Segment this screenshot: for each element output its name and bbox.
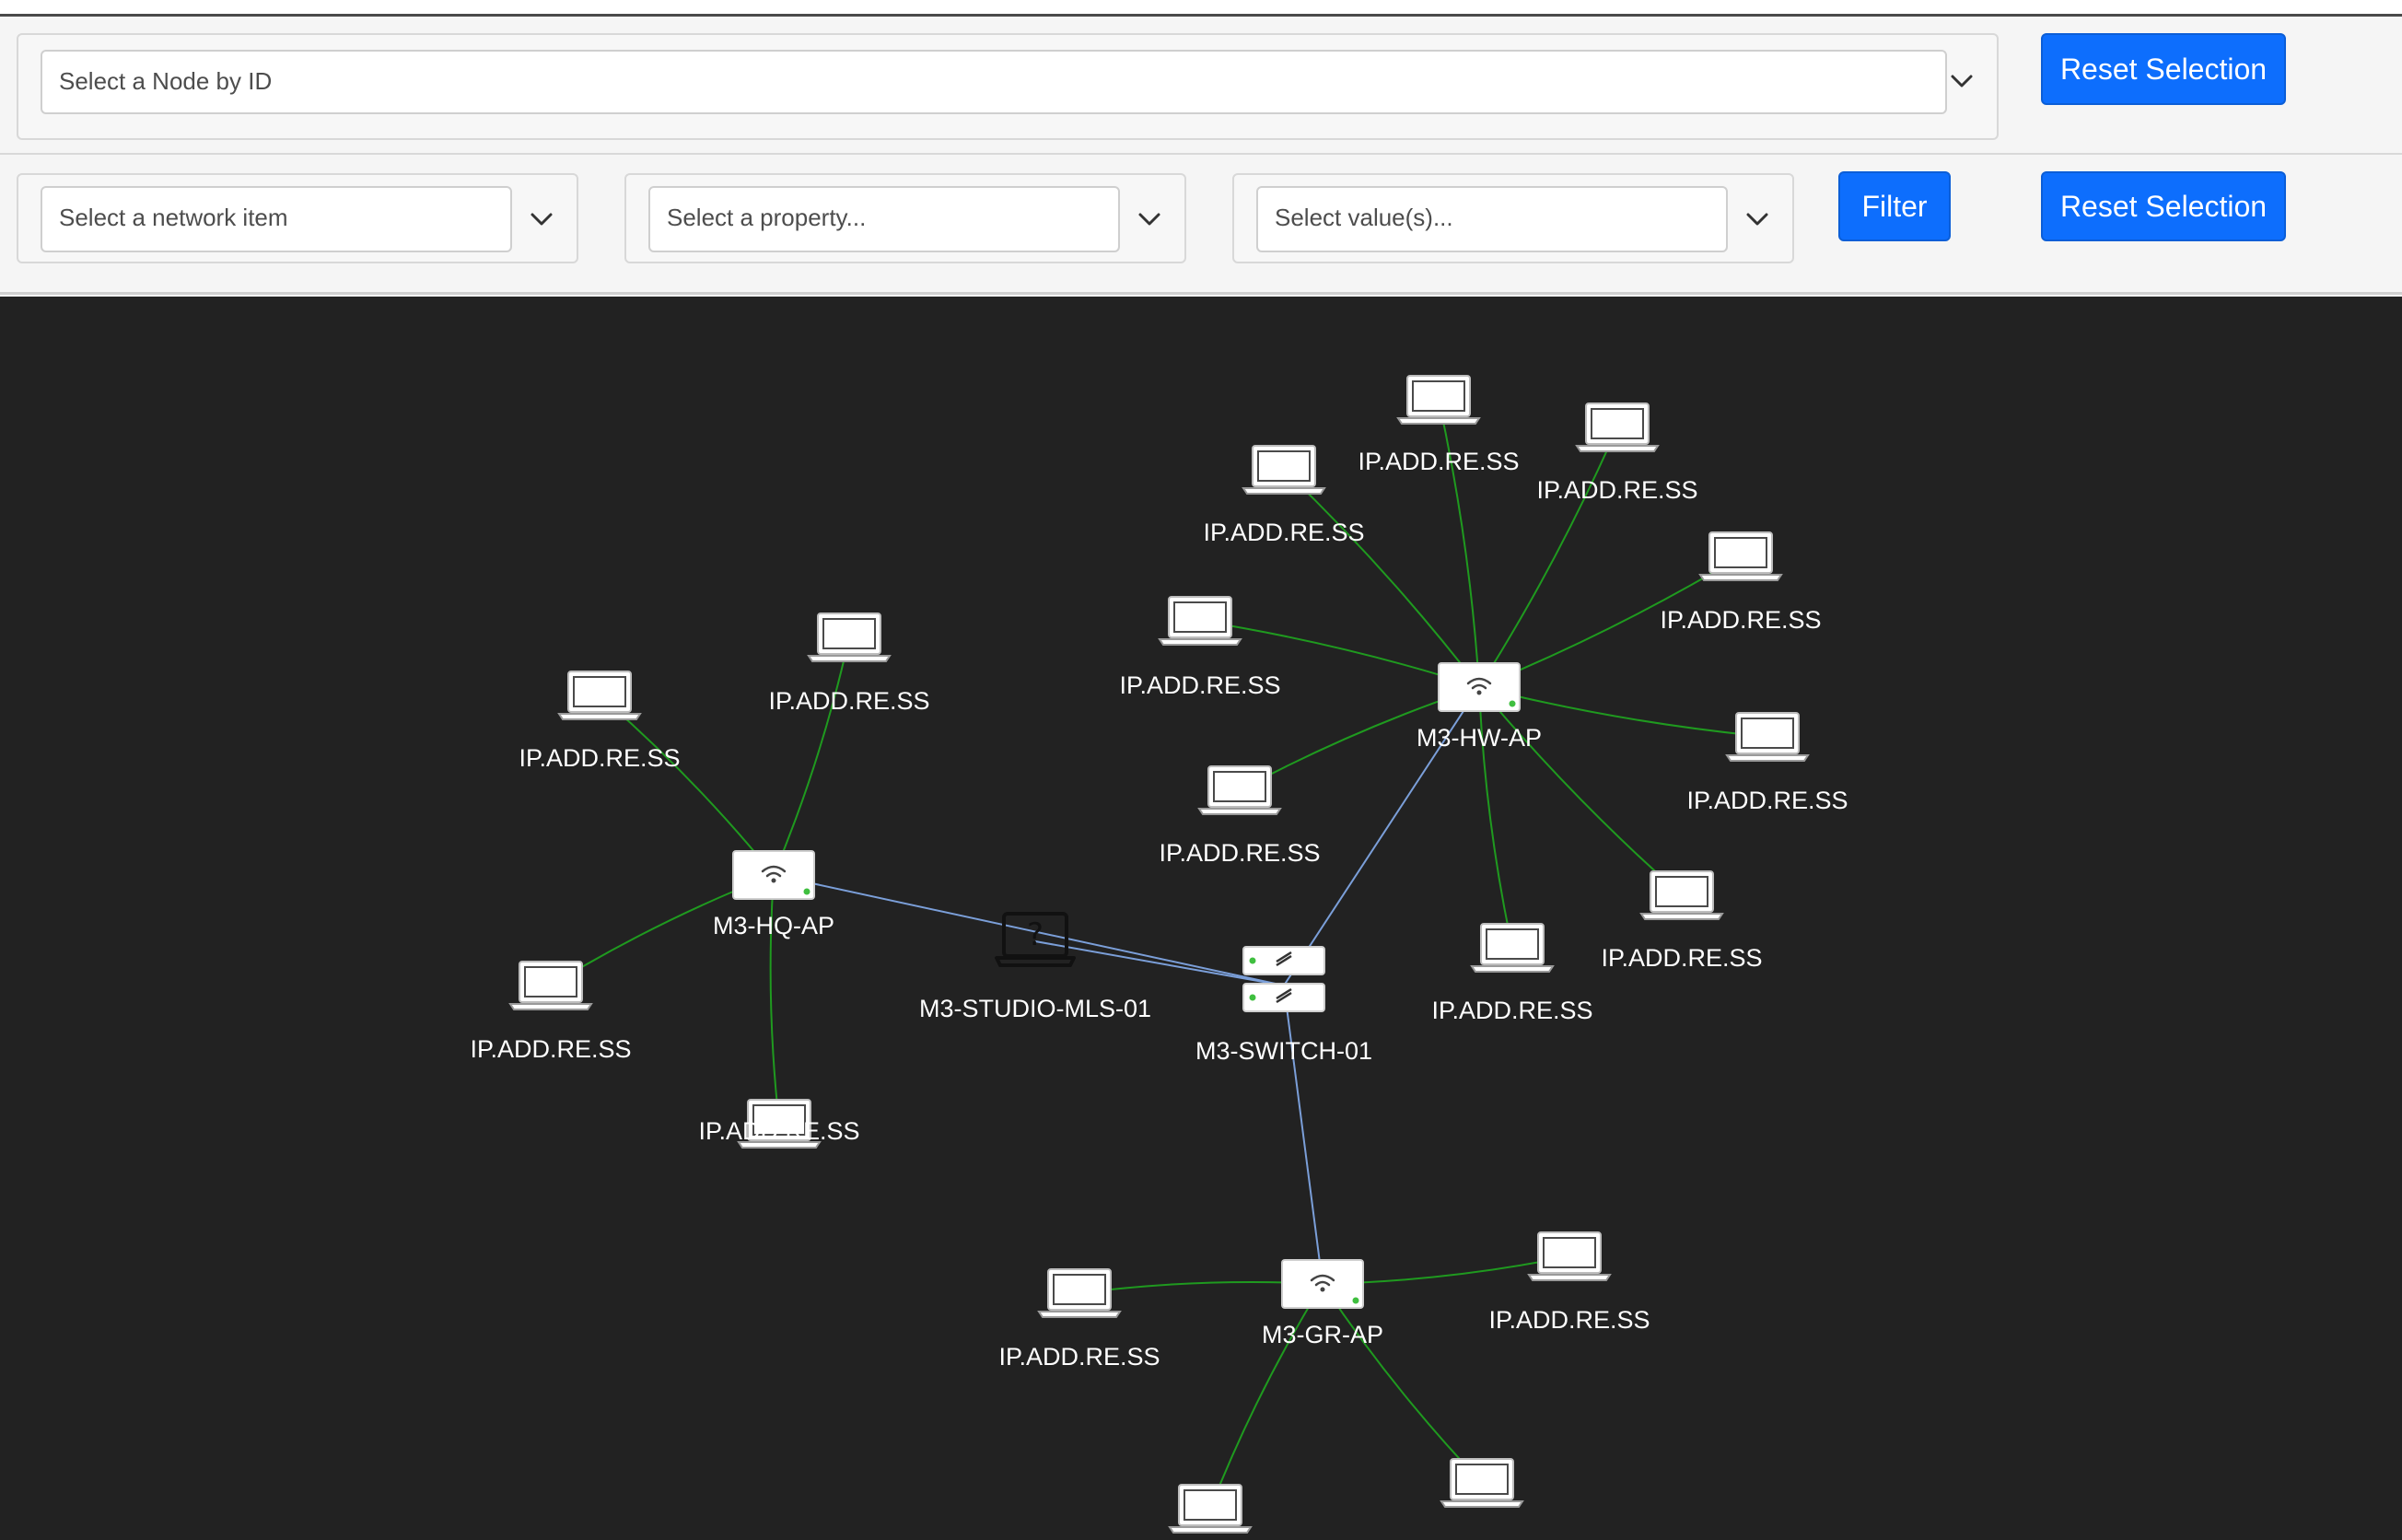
node-label: IP.ADD.RE.SS — [1660, 606, 1821, 634]
node-label: M3-SWITCH-01 — [1195, 1037, 1372, 1065]
client-node[interactable]: IP.ADD.RE.SS — [1536, 402, 1698, 504]
laptop-icon — [1440, 1458, 1524, 1508]
client-node[interactable]: IP.ADD.RE.SS — [519, 671, 681, 772]
client-edge[interactable] — [773, 636, 850, 876]
network-item-input[interactable]: Select a network item — [41, 186, 512, 252]
chevron-down-icon[interactable] — [523, 201, 560, 238]
ap-node[interactable]: M3-HQ-AP — [713, 850, 834, 939]
chevron-down-icon[interactable] — [1739, 201, 1776, 238]
node-id-input[interactable]: Select a Node by ID — [41, 50, 1947, 114]
laptop-icon — [1197, 765, 1282, 815]
client-node[interactable] — [1440, 1458, 1524, 1508]
property-input[interactable]: Select a property... — [648, 186, 1120, 252]
node-label: M3-GR-AP — [1262, 1321, 1383, 1348]
node-select-bar: Select a Node by ID Reset Selection — [0, 17, 2402, 155]
switch-node[interactable]: M3-SWITCH-01 — [1195, 946, 1372, 1065]
node-label: IP.ADD.RE.SS — [1601, 944, 1762, 972]
laptop-icon — [1527, 1231, 1612, 1281]
laptop-icon — [1725, 712, 1810, 762]
client-node[interactable]: IP.ADD.RE.SS — [768, 612, 930, 715]
chevron-down-icon[interactable] — [1943, 63, 1980, 99]
node-label: IP.ADD.RE.SS — [470, 1035, 631, 1063]
laptop-icon — [1396, 375, 1481, 425]
laptop-icon — [1037, 1268, 1122, 1318]
property-dropdown[interactable]: Select a property... — [624, 173, 1186, 263]
access-point-icon — [1438, 662, 1521, 712]
client-node[interactable]: IP.ADD.RE.SS — [1488, 1231, 1650, 1334]
node-label: IP.ADD.RE.SS — [698, 1117, 859, 1145]
access-point-icon — [1281, 1259, 1364, 1309]
network-item-dropdown[interactable]: Select a network item — [17, 173, 578, 263]
status-led — [1509, 700, 1516, 707]
client-node[interactable] — [1168, 1484, 1253, 1534]
client-node[interactable]: IP.ADD.RE.SS — [1119, 596, 1281, 699]
ap-node[interactable]: M3-GR-AP — [1262, 1259, 1383, 1348]
client-node[interactable]: IP.ADD.RE.SS — [998, 1268, 1160, 1371]
client-node[interactable]: IP.ADD.RE.SS — [470, 961, 632, 1063]
client-edge[interactable] — [1322, 1283, 1483, 1484]
unknown-node[interactable]: ? M3-STUDIO-MLS-01 — [919, 912, 1151, 1022]
unknown-device-icon: ? — [995, 912, 1076, 967]
node-label: IP.ADD.RE.SS — [768, 687, 929, 715]
top-divider — [0, 0, 2402, 17]
ap-node[interactable]: M3-HW-AP — [1417, 662, 1542, 752]
chevron-down-icon[interactable] — [1131, 201, 1168, 238]
laptop-icon — [1575, 402, 1660, 452]
laptop-icon — [557, 671, 642, 720]
client-edge[interactable] — [1283, 469, 1480, 688]
node-label: IP.ADD.RE.SS — [1536, 476, 1697, 504]
node-layer: M3-HQ-AP M3-HW-AP M3-GR-AP M3-SWITCH-01? M3-… — [470, 375, 1848, 1534]
client-node[interactable]: IP.ADD.RE.SS — [1686, 712, 1848, 814]
node-label: IP.ADD.RE.SS — [1686, 787, 1848, 814]
client-node[interactable]: IP.ADD.RE.SS — [1431, 923, 1593, 1024]
node-label: IP.ADD.RE.SS — [1358, 448, 1519, 475]
value-dropdown[interactable]: Select value(s)... — [1232, 173, 1794, 263]
reset-filter-button[interactable]: Reset Selection — [2041, 171, 2286, 241]
node-select-dropdown[interactable]: Select a Node by ID — [17, 33, 1999, 140]
laptop-icon — [1158, 596, 1242, 646]
node-label: M3-HW-AP — [1417, 724, 1542, 752]
laptop-icon — [1470, 923, 1555, 973]
value-input[interactable]: Select value(s)... — [1256, 186, 1728, 252]
reset-selection-button[interactable]: Reset Selection — [2041, 33, 2286, 105]
laptop-icon — [1168, 1484, 1253, 1534]
client-edge[interactable] — [599, 694, 775, 876]
client-node[interactable]: IP.ADD.RE.SS — [1660, 531, 1822, 634]
node-label: M3-STUDIO-MLS-01 — [919, 995, 1151, 1022]
client-node[interactable]: IP.ADD.RE.SS — [1358, 375, 1520, 475]
node-label: IP.ADD.RE.SS — [1159, 839, 1320, 867]
client-node[interactable]: IP.ADD.RE.SS — [1601, 870, 1763, 972]
client-edge[interactable] — [1478, 686, 1683, 896]
node-label: IP.ADD.RE.SS — [998, 1343, 1160, 1371]
network-graph-canvas[interactable]: M3-HQ-AP M3-HW-AP M3-GR-AP M3-SWITCH-01? M3-… — [0, 297, 2402, 1540]
client-node[interactable]: IP.ADD.RE.SS — [698, 1099, 860, 1149]
status-led — [1352, 1297, 1359, 1304]
node-label: IP.ADD.RE.SS — [1431, 997, 1592, 1024]
laptop-icon — [1698, 531, 1783, 581]
node-label: IP.ADD.RE.SS — [519, 744, 680, 772]
laptop-icon — [1639, 870, 1724, 920]
filter-bar: Select a network item Select a property.… — [0, 157, 2402, 295]
node-label: IP.ADD.RE.SS — [1488, 1306, 1650, 1334]
node-label: M3-HQ-AP — [713, 912, 834, 939]
uplink-edge[interactable] — [1283, 985, 1323, 1285]
client-node[interactable]: IP.ADD.RE.SS — [1203, 445, 1365, 546]
status-led — [803, 888, 810, 895]
node-label: IP.ADD.RE.SS — [1203, 519, 1364, 546]
network-graph[interactable]: M3-HQ-AP M3-HW-AP M3-GR-AP M3-SWITCH-01? M3-… — [0, 297, 2402, 1540]
client-edge[interactable] — [1209, 1283, 1323, 1510]
filter-button[interactable]: Filter — [1838, 171, 1951, 241]
svg-text:?: ? — [1027, 916, 1044, 953]
access-point-icon — [732, 850, 815, 900]
client-node[interactable]: IP.ADD.RE.SS — [1159, 765, 1321, 867]
laptop-icon — [807, 612, 892, 662]
node-label: IP.ADD.RE.SS — [1119, 671, 1280, 699]
laptop-icon — [1242, 445, 1326, 495]
laptop-icon — [508, 961, 593, 1010]
